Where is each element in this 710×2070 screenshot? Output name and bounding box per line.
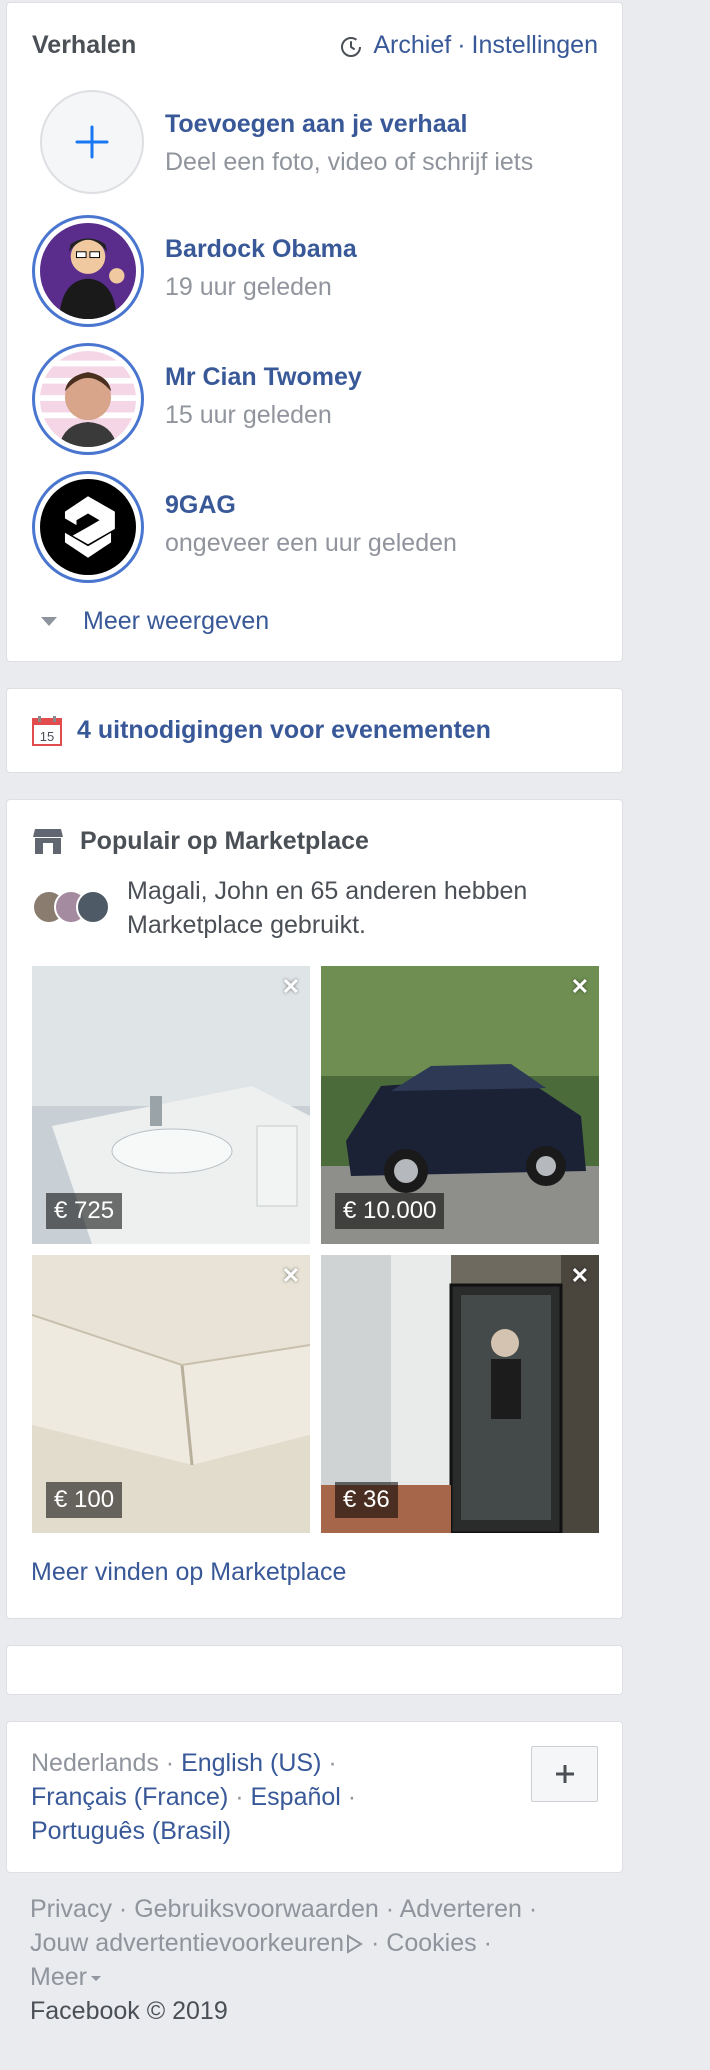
story-item[interactable]: Mr Cian Twomey 15 uur geleden — [32, 343, 602, 455]
marketplace-item[interactable]: ✕ € 10.000 — [321, 966, 599, 1244]
stories-actions: Archief · Instellingen — [339, 31, 598, 60]
language-link[interactable]: Français (France) — [31, 1783, 228, 1811]
add-story-row[interactable]: Toevoegen aan je verhaal Deel een foto, … — [32, 90, 602, 202]
show-more-link[interactable]: Meer weergeven — [41, 607, 269, 636]
footer-link[interactable]: Jouw advertentievoorkeuren — [30, 1929, 344, 1957]
language-list: Nederlands · English (US) · Français (Fr… — [31, 1746, 461, 1848]
event-invites-link[interactable]: 4 uitnodigingen voor evenementen — [77, 716, 491, 745]
item-price: € 100 — [46, 1482, 123, 1518]
story-time: 15 uur geleden — [165, 401, 332, 429]
calendar-day: 15 — [40, 729, 54, 744]
story-item[interactable]: 9GAG ongeveer een uur geleden — [32, 471, 602, 583]
item-price: € 725 — [46, 1193, 123, 1229]
calendar-icon: 15 — [32, 715, 62, 746]
close-icon[interactable]: ✕ — [571, 974, 589, 1000]
close-icon[interactable]: ✕ — [282, 1263, 300, 1289]
story-time: 19 uur geleden — [165, 273, 332, 301]
footer-link[interactable]: Privacy — [30, 1895, 112, 1923]
marketplace-title: Populair op Marketplace — [80, 826, 369, 855]
footer-link[interactable]: Cookies — [386, 1929, 476, 1957]
language-link[interactable]: Español — [250, 1783, 340, 1811]
language-link[interactable]: English (US) — [181, 1749, 321, 1777]
story-avatar[interactable] — [32, 215, 144, 327]
separator: · — [340, 1783, 357, 1811]
more-languages-button[interactable] — [531, 1746, 598, 1802]
close-icon[interactable]: ✕ — [282, 974, 300, 1000]
separator: · — [158, 1749, 182, 1777]
item-price: € 10.000 — [335, 1193, 445, 1229]
story-name[interactable]: 9GAG — [165, 491, 236, 520]
separator: · — [228, 1783, 251, 1811]
add-story-subtitle: Deel een foto, video of schrijf iets — [165, 148, 534, 176]
footer: Privacy · Gebruiksvoorwaarden · Adverter… — [30, 1895, 538, 2025]
add-story-button[interactable] — [40, 90, 144, 194]
current-language: Nederlands — [31, 1749, 159, 1777]
show-more-label[interactable]: Meer weergeven — [83, 607, 269, 636]
avatar-image — [40, 223, 136, 319]
clock-icon — [341, 36, 362, 57]
story-avatar[interactable] — [32, 343, 144, 455]
marketplace-item[interactable]: ✕ € 36 — [321, 1255, 599, 1533]
stories-card: Verhalen Archief · Instellingen Toevoege… — [6, 2, 623, 662]
marketplace-item[interactable]: ✕ € 100 — [32, 1255, 310, 1533]
separator: · — [457, 31, 466, 59]
friends-avatars — [32, 890, 114, 924]
footer-link[interactable]: Gebruiksvoorwaarden — [134, 1895, 379, 1923]
avatar-image — [40, 351, 136, 447]
footer-link[interactable]: Adverteren — [400, 1895, 522, 1923]
marketplace-more-link[interactable]: Meer vinden op Marketplace — [31, 1558, 346, 1587]
story-name[interactable]: Bardock Obama — [165, 235, 357, 264]
plus-icon — [555, 1765, 574, 1783]
events-card[interactable]: 15 4 uitnodigingen voor evenementen — [6, 688, 623, 773]
add-story-title[interactable]: Toevoegen aan je verhaal — [165, 110, 467, 139]
9gag-logo-icon — [40, 479, 136, 575]
story-time: ongeveer een uur geleden — [165, 529, 457, 557]
story-name[interactable]: Mr Cian Twomey — [165, 363, 362, 392]
triangle-down-icon — [41, 617, 57, 626]
languages-card: Nederlands · English (US) · Français (Fr… — [6, 1721, 623, 1873]
language-link[interactable]: Português (Brasil) — [31, 1817, 231, 1845]
settings-link[interactable]: Instellingen — [472, 31, 598, 60]
copyright: Facebook © 2019 — [30, 1997, 228, 2025]
adchoices-icon[interactable] — [344, 1934, 364, 1954]
close-icon[interactable]: ✕ — [571, 1263, 589, 1289]
marketplace-description: Magali, John en 65 anderen hebben Market… — [127, 877, 528, 939]
archive-link[interactable]: Archief — [373, 31, 451, 60]
stories-title: Verhalen — [32, 31, 137, 59]
separator: · — [321, 1749, 337, 1777]
marketplace-card: Populair op Marketplace Magali, John en … — [6, 799, 623, 1619]
item-price: € 36 — [335, 1482, 398, 1518]
shop-icon — [33, 829, 63, 854]
empty-card — [6, 1645, 623, 1695]
marketplace-item[interactable]: ✕ € 725 — [32, 966, 310, 1244]
avatar — [76, 890, 110, 924]
story-avatar[interactable] — [32, 471, 144, 583]
caret-down-icon — [90, 1975, 101, 1981]
story-item[interactable]: Bardock Obama 19 uur geleden — [32, 215, 602, 327]
footer-more-link[interactable]: Meer — [30, 1963, 87, 1991]
plus-icon — [75, 125, 109, 159]
marketplace-header: Populair op Marketplace — [32, 826, 369, 856]
